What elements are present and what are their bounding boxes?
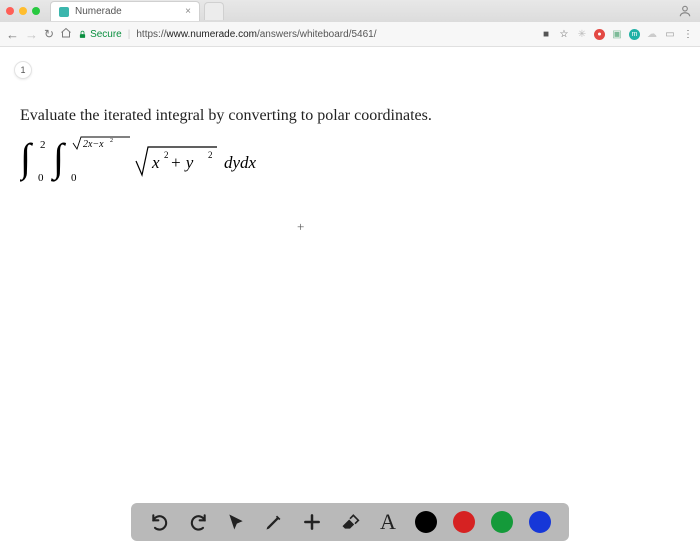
url-domain: www.numerade.com [166, 29, 257, 40]
tab-bar: Numerade × [0, 0, 700, 22]
cam-icon[interactable]: ■ [540, 28, 552, 40]
inner-upper-bound: 2x−x 2 [73, 137, 130, 150]
eraser-tool-button[interactable] [339, 511, 361, 533]
svg-text:2: 2 [110, 138, 113, 144]
svg-text:∫: ∫ [20, 135, 34, 182]
whiteboard-toolbar: A [131, 503, 569, 541]
browser-chrome: Numerade × ← → ↻ Secure | https://www.nu… [0, 0, 700, 47]
ext-4-icon[interactable]: m [629, 29, 640, 40]
pen-tool-button[interactable] [263, 511, 285, 533]
cursor-crosshair-icon: + [297, 219, 304, 235]
color-swatch-red[interactable] [453, 511, 475, 533]
text-tool-label: A [380, 509, 396, 535]
inner-lower-bound: 0 [71, 172, 77, 184]
home-button[interactable] [60, 27, 72, 42]
new-tab-button[interactable] [204, 2, 224, 20]
ext-1-icon[interactable]: ✳ [576, 28, 588, 40]
separator: | [128, 29, 131, 40]
pointer-tool-button[interactable] [225, 511, 247, 533]
color-swatch-blue[interactable] [529, 511, 551, 533]
ext-6-icon[interactable]: ▭ [664, 28, 676, 40]
svg-text:2: 2 [208, 150, 213, 160]
lock-icon [78, 30, 87, 39]
ext-5-icon[interactable]: ☁ [646, 28, 658, 40]
svg-text:∫: ∫ [50, 135, 67, 182]
browser-tab[interactable]: Numerade × [50, 1, 200, 21]
problem-statement: Evaluate the iterated integral by conver… [20, 107, 680, 125]
outer-upper-bound: 2 [40, 139, 46, 151]
ext-2-icon[interactable]: ● [594, 29, 605, 40]
differential: dydx [224, 153, 257, 172]
forward-button[interactable]: → [25, 27, 38, 42]
svg-text:2x−x: 2x−x [83, 139, 104, 150]
svg-text:x: x [151, 153, 160, 172]
color-swatch-black[interactable] [415, 511, 437, 533]
menu-icon[interactable]: ⋮ [682, 28, 694, 40]
tab-title: Numerade [75, 6, 122, 17]
add-tool-button[interactable] [301, 511, 323, 533]
integral-expression: ∫ 0 2 ∫ 0 2x−x 2 x 2 + y 2 [20, 135, 680, 185]
back-button[interactable]: ← [6, 27, 19, 42]
text-tool-button[interactable]: A [377, 511, 399, 533]
svg-text:2: 2 [164, 150, 169, 160]
star-icon[interactable]: ☆ [558, 28, 570, 40]
redo-button[interactable] [187, 511, 209, 533]
secure-indicator[interactable]: Secure [78, 29, 122, 40]
svg-text:+ y: + y [170, 153, 194, 172]
window-maximize-button[interactable] [32, 7, 40, 15]
address-bar: ← → ↻ Secure | https://www.numerade.com/… [0, 22, 700, 46]
tab-close-button[interactable]: × [185, 6, 191, 17]
outer-lower-bound: 0 [38, 172, 44, 184]
url-display[interactable]: https://www.numerade.com/answers/whitebo… [136, 29, 376, 40]
color-swatch-green[interactable] [491, 511, 513, 533]
window-controls [6, 7, 40, 15]
integrand-sqrt: x 2 + y 2 [136, 147, 217, 175]
secure-label: Secure [90, 29, 122, 40]
page-number-badge[interactable]: 1 [14, 61, 32, 79]
url-path: /answers/whiteboard/5461/ [257, 29, 377, 40]
page-number: 1 [20, 65, 25, 75]
url-scheme: https:// [136, 29, 166, 40]
problem-block: Evaluate the iterated integral by conver… [20, 107, 680, 185]
ext-3-icon[interactable]: ▣ [611, 28, 623, 40]
page-content: 1 Evaluate the iterated integral by conv… [0, 47, 700, 199]
favicon-icon [59, 7, 69, 17]
undo-button[interactable] [149, 511, 171, 533]
window-minimize-button[interactable] [19, 7, 27, 15]
profile-icon[interactable] [678, 4, 692, 18]
toolbar-right: ■ ☆ ✳ ● ▣ m ☁ ▭ ⋮ [540, 28, 694, 40]
window-close-button[interactable] [6, 7, 14, 15]
reload-button[interactable]: ↻ [44, 27, 54, 41]
